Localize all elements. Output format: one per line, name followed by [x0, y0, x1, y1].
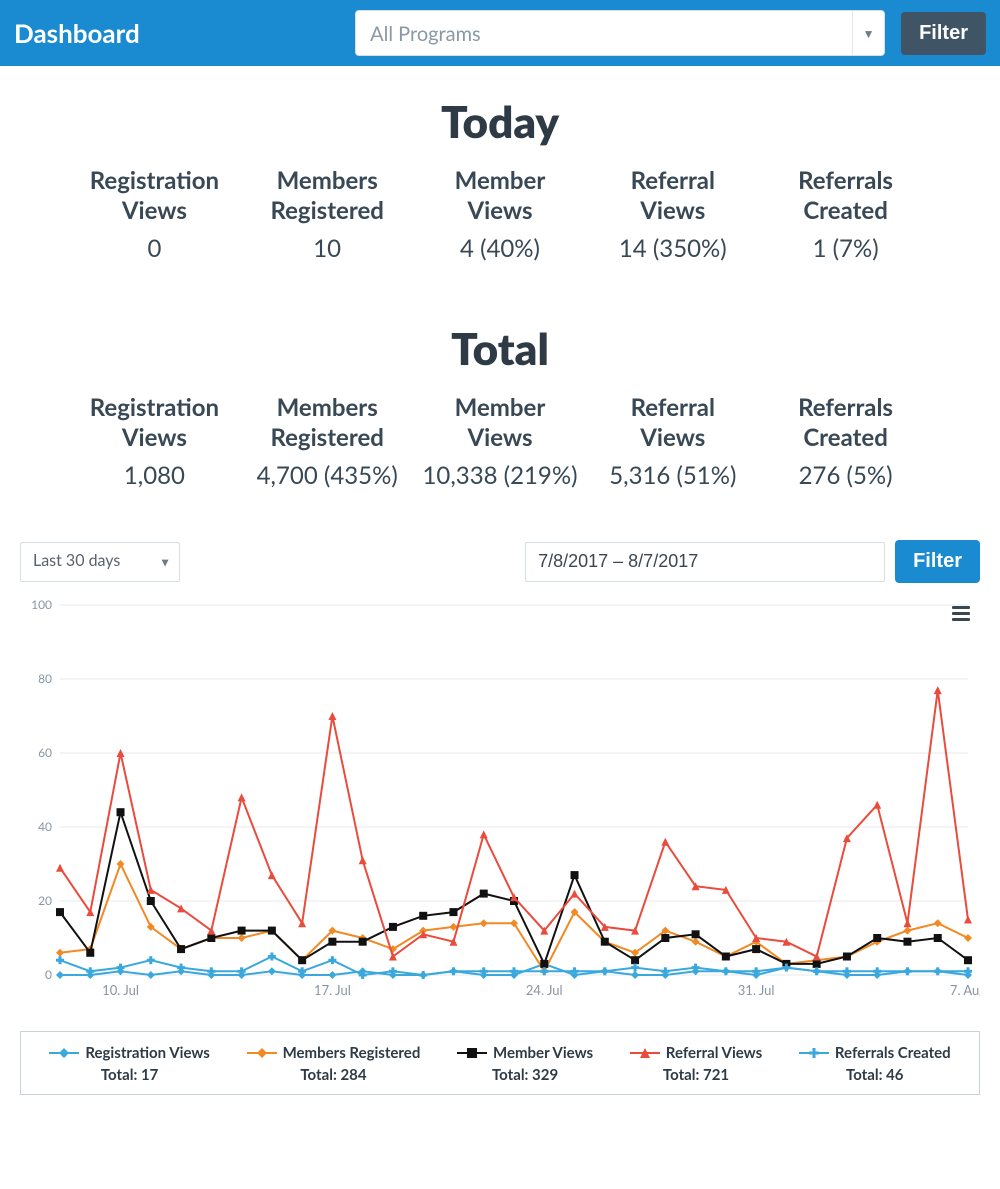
total-section: Total RegistrationViews 1,080MembersRegi…	[0, 273, 1000, 500]
stat-label: RegistrationViews	[70, 166, 239, 226]
date-range-input[interactable]	[525, 542, 885, 582]
svg-text:80: 80	[38, 671, 52, 686]
stat-label: MemberViews	[416, 393, 585, 453]
legend-marker-icon	[799, 1046, 829, 1060]
stat-label: ReferralsCreated	[761, 166, 930, 226]
svg-text:24. Jul: 24. Jul	[526, 982, 563, 998]
stat: MembersRegistered 4,700 (435%)	[243, 393, 412, 490]
legend-label: Registration Views	[85, 1044, 210, 1062]
stat: ReferralsCreated 1 (7%)	[761, 166, 930, 263]
chart-legend: Registration Views Total: 17 Members Reg…	[20, 1031, 980, 1095]
stat: MemberViews 10,338 (219%)	[416, 393, 585, 490]
stat-value: 14 (350%)	[588, 234, 757, 263]
line-chart: 0 20 40 60 80 100 10. Jul 17. Jul 24. Jul 31. Jul…	[20, 595, 980, 1015]
stat-label: RegistrationViews	[70, 393, 239, 453]
legend-item[interactable]: Registration Views Total: 17	[49, 1044, 210, 1084]
svg-text:20: 20	[38, 893, 52, 908]
stat-value: 4 (40%)	[416, 234, 585, 263]
legend-total: Total: 721	[630, 1066, 762, 1084]
stat: MembersRegistered 10	[243, 166, 412, 263]
range-select-value: Last 30 days	[21, 543, 179, 578]
chart-menu-icon[interactable]	[952, 603, 970, 624]
legend-marker-icon	[457, 1046, 487, 1060]
legend-marker-icon	[630, 1046, 660, 1060]
program-select-value: All Programs	[356, 11, 884, 57]
total-stats-row: RegistrationViews 1,080MembersRegistered…	[20, 393, 980, 490]
stat-label: MemberViews	[416, 166, 585, 226]
legend-total: Total: 329	[457, 1066, 593, 1084]
legend-item[interactable]: Members Registered Total: 284	[247, 1044, 421, 1084]
legend-total: Total: 17	[49, 1066, 210, 1084]
top-bar: Dashboard All Programs ▼ Filter	[0, 0, 1000, 66]
legend-label: Member Views	[493, 1044, 593, 1062]
stat: ReferralViews 5,316 (51%)	[588, 393, 757, 490]
legend-label: Members Registered	[283, 1044, 421, 1062]
stat: ReferralViews 14 (350%)	[588, 166, 757, 263]
svg-text:17. Jul: 17. Jul	[314, 982, 351, 998]
stat: ReferralsCreated 276 (5%)	[761, 393, 930, 490]
stat-label: MembersRegistered	[243, 166, 412, 226]
stat-value: 276 (5%)	[761, 461, 930, 490]
stat-label: ReferralsCreated	[761, 393, 930, 453]
stat-value: 10	[243, 234, 412, 263]
stat-value: 10,338 (219%)	[416, 461, 585, 490]
legend-label: Referral Views	[666, 1044, 762, 1062]
page-title: Dashboard	[14, 17, 140, 49]
svg-text:7. Aug: 7. Aug	[950, 982, 980, 998]
stat-value: 1 (7%)	[761, 234, 930, 263]
stat-value: 0	[70, 234, 239, 263]
stat-value: 1,080	[70, 461, 239, 490]
program-select[interactable]: All Programs ▼	[355, 10, 885, 56]
stat: RegistrationViews 1,080	[70, 393, 239, 490]
legend-total: Total: 46	[799, 1066, 951, 1084]
today-section: Today RegistrationViews 0MembersRegister…	[0, 66, 1000, 273]
chart-container: 0 20 40 60 80 100 10. Jul 17. Jul 24. Jul 31. Jul…	[20, 595, 980, 1019]
stat: RegistrationViews 0	[70, 166, 239, 263]
stat-value: 5,316 (51%)	[588, 461, 757, 490]
chevron-down-icon: ▼	[852, 11, 884, 55]
svg-text:100: 100	[31, 597, 52, 612]
svg-text:0: 0	[45, 967, 52, 982]
legend-label: Referrals Created	[835, 1044, 951, 1062]
legend-item[interactable]: Referrals Created Total: 46	[799, 1044, 951, 1084]
filter-button[interactable]: Filter	[901, 12, 986, 55]
legend-item[interactable]: Member Views Total: 329	[457, 1044, 593, 1084]
stat: MemberViews 4 (40%)	[416, 166, 585, 263]
legend-marker-icon	[247, 1046, 277, 1060]
stat-label: ReferralViews	[588, 166, 757, 226]
svg-text:10. Jul: 10. Jul	[102, 982, 139, 998]
svg-text:40: 40	[38, 819, 52, 834]
chevron-down-icon: ▼	[159, 554, 171, 569]
chart-controls: Last 30 days ▼ Filter	[0, 540, 1000, 583]
stat-value: 4,700 (435%)	[243, 461, 412, 490]
chart-filter-button[interactable]: Filter	[895, 540, 980, 583]
legend-total: Total: 284	[247, 1066, 421, 1084]
range-select[interactable]: Last 30 days ▼	[20, 542, 180, 582]
svg-text:60: 60	[38, 745, 52, 760]
total-title: Total	[20, 323, 980, 375]
svg-text:31. Jul: 31. Jul	[738, 982, 775, 998]
stat-label: MembersRegistered	[243, 393, 412, 453]
today-title: Today	[20, 96, 980, 148]
legend-marker-icon	[49, 1046, 79, 1060]
today-stats-row: RegistrationViews 0MembersRegistered 10M…	[20, 166, 980, 263]
legend-item[interactable]: Referral Views Total: 721	[630, 1044, 762, 1084]
stat-label: ReferralViews	[588, 393, 757, 453]
